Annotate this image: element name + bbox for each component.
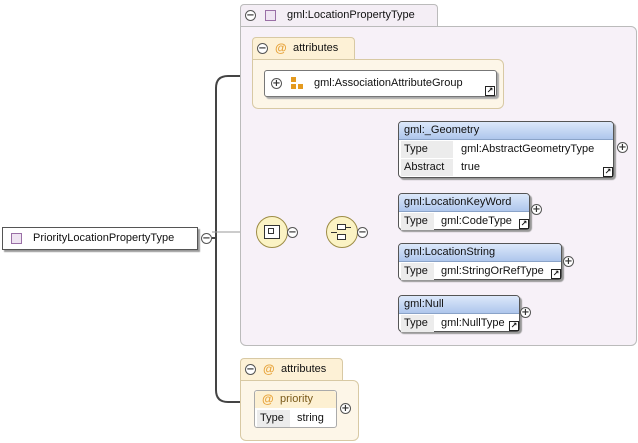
complex-type-title: gml:LocationPropertyType xyxy=(287,9,415,21)
element-expand-icon[interactable]: + xyxy=(617,142,628,153)
row-value: gml:CodeType xyxy=(441,215,512,227)
at-icon: @ xyxy=(275,41,287,55)
sequence-compositor[interactable] xyxy=(256,216,288,248)
attribute-group-box[interactable]: + gml:AssociationAttributeGroup ↗ xyxy=(264,70,497,97)
attribute-group-expand-icon[interactable]: + xyxy=(271,78,282,89)
attribute-name: priority xyxy=(280,393,314,405)
link-arrow-icon[interactable]: ↗ xyxy=(519,219,529,229)
complex-type-icon xyxy=(265,10,276,21)
row-key: Type xyxy=(401,141,453,158)
element-location-keyword[interactable]: gml:LocationKeyWord Type gml:CodeType ↗ xyxy=(398,193,530,230)
at-icon: @ xyxy=(262,392,274,406)
element-location-string[interactable]: gml:LocationString Type gml:StringOrRefT… xyxy=(398,243,562,280)
row-value: true xyxy=(461,161,480,173)
attribute-expand-icon[interactable]: + xyxy=(340,403,351,414)
own-attributes-header[interactable]: − @ attributes xyxy=(240,358,343,380)
element-name: gml:_Geometry xyxy=(404,124,480,136)
link-arrow-icon[interactable]: ↗ xyxy=(509,321,519,331)
attribute-group-icon xyxy=(291,77,305,91)
attributes-label: attributes xyxy=(281,363,327,375)
row-value: gml:StringOrRefType xyxy=(441,265,544,277)
row-value: gml:NullType xyxy=(441,317,505,329)
link-arrow-icon[interactable]: ↗ xyxy=(485,86,495,96)
complex-type-icon xyxy=(11,233,22,244)
element-null[interactable]: gml:Null Type gml:NullType ↗ xyxy=(398,295,520,332)
element-name: gml:Null xyxy=(404,298,444,310)
choice-compositor-icon xyxy=(337,224,346,230)
row-key: Type xyxy=(401,263,434,280)
element-name: gml:LocationKeyWord xyxy=(404,196,512,208)
type-attributes-header[interactable]: − @ attributes xyxy=(252,37,355,59)
root-element[interactable]: PriorityLocationPropertyType xyxy=(2,227,198,250)
row-key: Abstract xyxy=(401,159,453,176)
row-key: Type xyxy=(257,410,290,427)
root-element-label: PriorityLocationPropertyType xyxy=(33,232,175,244)
root-collapse-icon[interactable]: − xyxy=(201,233,212,244)
element-geometry[interactable]: gml:_Geometry Type gml:AbstractGeometryT… xyxy=(398,121,614,178)
link-arrow-icon[interactable]: ↗ xyxy=(603,167,613,177)
attributes-collapse-icon[interactable]: − xyxy=(257,43,268,54)
row-key: Type xyxy=(401,213,434,230)
complex-type-header[interactable]: − gml:LocationPropertyType xyxy=(240,4,438,26)
attributes-label: attributes xyxy=(293,42,339,54)
complex-type-collapse-icon[interactable]: − xyxy=(245,10,256,21)
choice-collapse-icon[interactable]: − xyxy=(357,227,368,238)
attribute-priority[interactable]: @ priority Type string xyxy=(254,390,337,428)
attributes-collapse-icon[interactable]: − xyxy=(245,364,256,375)
link-arrow-icon[interactable]: ↗ xyxy=(551,269,561,279)
attribute-group-label: gml:AssociationAttributeGroup xyxy=(314,77,463,89)
element-expand-icon[interactable]: + xyxy=(520,307,531,318)
element-expand-icon[interactable]: + xyxy=(531,204,542,215)
at-icon: @ xyxy=(263,362,275,376)
choice-compositor[interactable] xyxy=(326,216,358,248)
row-key: Type xyxy=(401,315,434,332)
element-expand-icon[interactable]: + xyxy=(563,256,574,267)
row-value: string xyxy=(297,412,324,424)
row-value: gml:AbstractGeometryType xyxy=(461,143,595,155)
sequence-collapse-icon[interactable]: − xyxy=(287,227,298,238)
element-name: gml:LocationString xyxy=(404,246,496,258)
